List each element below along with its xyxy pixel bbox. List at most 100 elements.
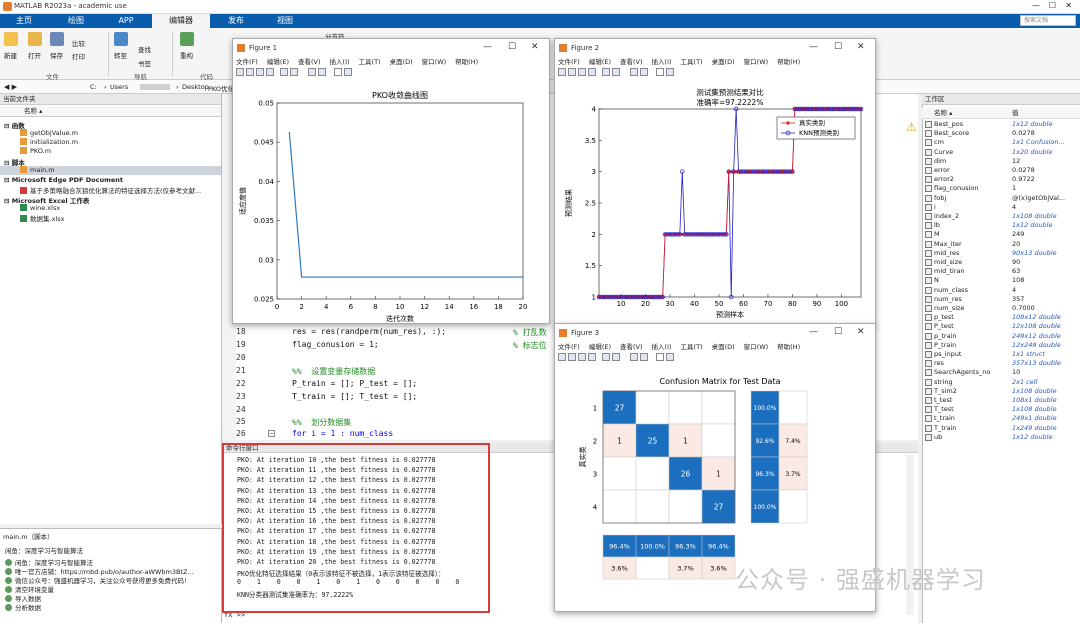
- figure-menu-item[interactable]: 编辑(E): [589, 343, 611, 351]
- figure-menu-item[interactable]: 帮助(H): [777, 343, 800, 351]
- workspace-row[interactable]: T_train 1x249 double: [922, 424, 1080, 433]
- pointer-icon[interactable]: [334, 68, 342, 76]
- tab-plots[interactable]: 绘图: [52, 14, 100, 28]
- workspace-row[interactable]: P_train 12x249 double: [922, 341, 1080, 350]
- new-figure-icon[interactable]: [558, 353, 566, 361]
- figure-menu-item[interactable]: 桌面(D): [712, 343, 735, 351]
- workspace-row[interactable]: mid_res 90x13 double: [922, 249, 1080, 258]
- path-segment[interactable]: Desktop: [182, 83, 209, 91]
- col-value[interactable]: 值: [1012, 108, 1019, 119]
- figure-menu-item[interactable]: 查看(V): [298, 58, 321, 66]
- workspace-row[interactable]: i4: [922, 203, 1080, 212]
- plot-tools-icon[interactable]: [640, 353, 648, 361]
- close-button[interactable]: ✕: [857, 327, 865, 337]
- back-arrow-icon[interactable]: ◀ ▶: [4, 83, 17, 91]
- print-icon[interactable]: [588, 68, 596, 76]
- tab-editor[interactable]: 编辑器: [152, 14, 210, 28]
- figure-menu-item[interactable]: 工具(T): [681, 343, 703, 351]
- workspace-row[interactable]: fobj @(x)getObjVal...: [922, 194, 1080, 203]
- file-item[interactable]: initialization.m: [20, 138, 78, 146]
- figure-menu-item[interactable]: 工具(T): [359, 58, 381, 66]
- tab-view[interactable]: 视图: [262, 14, 308, 28]
- save-icon[interactable]: [256, 68, 264, 76]
- workspace-row[interactable]: string 2x1 cell: [922, 378, 1080, 387]
- plot-tools-icon[interactable]: [640, 68, 648, 76]
- file-item[interactable]: PKO.m: [20, 147, 51, 155]
- workspace-row[interactable]: p_test 108x12 double: [922, 313, 1080, 322]
- new-figure-icon[interactable]: [236, 68, 244, 76]
- maximize-button[interactable]: ☐: [834, 42, 842, 52]
- pointer-icon[interactable]: [656, 353, 664, 361]
- workspace-row[interactable]: cm 1x1 Confusion...: [922, 138, 1080, 147]
- open-icon[interactable]: [568, 68, 576, 76]
- workspace-row[interactable]: t_train 249x1 double: [922, 414, 1080, 423]
- bookmark-button[interactable]: 书签: [138, 58, 151, 68]
- search-docs-input[interactable]: 搜索文档: [1020, 15, 1076, 26]
- figure-menu-item[interactable]: 插入(I): [652, 343, 672, 351]
- figure-menu-item[interactable]: 帮助(H): [777, 58, 800, 66]
- workspace-row[interactable]: num_res 357: [922, 295, 1080, 304]
- new-figure-icon[interactable]: [558, 68, 566, 76]
- legend-icon[interactable]: [630, 68, 638, 76]
- workspace-row[interactable]: p_train 249x12 double: [922, 332, 1080, 341]
- file-item[interactable]: 基于多策略融合灰狼优化算法的特征选择方法(仅参考文献...: [20, 185, 201, 195]
- file-item[interactable]: getObjValue.m: [20, 129, 78, 137]
- workspace-row[interactable]: lb 1x12 double: [922, 221, 1080, 230]
- save-button[interactable]: 保存: [50, 50, 63, 60]
- tab-apps[interactable]: APP: [104, 14, 148, 28]
- refactor-button[interactable]: 重构: [180, 50, 193, 60]
- figure-menu-item[interactable]: 帮助(H): [455, 58, 478, 66]
- workspace-row[interactable]: res 357x13 double: [922, 359, 1080, 368]
- link-icon[interactable]: [602, 68, 610, 76]
- workspace-row[interactable]: error 0.0278: [922, 166, 1080, 175]
- figure-menu-item[interactable]: 文件(F): [236, 58, 258, 66]
- open-icon[interactable]: [568, 353, 576, 361]
- close-button[interactable]: ✕: [857, 42, 865, 52]
- workspace-row[interactable]: Best_score 0.0278: [922, 129, 1080, 138]
- goto-button[interactable]: 转至: [114, 50, 127, 60]
- workspace-row[interactable]: flag_conusion 1: [922, 184, 1080, 193]
- new-button[interactable]: 新建: [4, 50, 17, 60]
- file-item[interactable]: wine.xlsx: [20, 204, 60, 212]
- figure-menu-item[interactable]: 桌面(D): [390, 58, 413, 66]
- figure-menu-item[interactable]: 文件(F): [558, 343, 580, 351]
- workspace-row[interactable]: T_test 1x108 double: [922, 405, 1080, 414]
- col-name[interactable]: 名称 ▴: [934, 108, 952, 119]
- edit-plot-icon[interactable]: [666, 353, 674, 361]
- edit-plot-icon[interactable]: [666, 68, 674, 76]
- workspace-row[interactable]: error2 0.9722: [922, 175, 1080, 184]
- maximize-button[interactable]: ☐: [1049, 1, 1056, 10]
- plot-tools-icon[interactable]: [318, 68, 326, 76]
- figure-menu-item[interactable]: 窗口(W): [744, 58, 769, 66]
- pointer-icon[interactable]: [656, 68, 664, 76]
- figure-menu-item[interactable]: 编辑(E): [267, 58, 289, 66]
- figure-menu-item[interactable]: 桌面(D): [712, 58, 735, 66]
- open-icon[interactable]: [246, 68, 254, 76]
- workspace-row[interactable]: num_class 4: [922, 286, 1080, 295]
- workspace-row[interactable]: ub 1x12 double: [922, 433, 1080, 442]
- open-button[interactable]: 打开: [28, 50, 41, 60]
- workspace-row[interactable]: M 249: [922, 230, 1080, 239]
- tab-publish[interactable]: 发布: [214, 14, 258, 28]
- save-icon[interactable]: [578, 68, 586, 76]
- compare-button[interactable]: 比较: [72, 38, 85, 48]
- find-button[interactable]: 查找: [138, 44, 151, 54]
- workspace-row[interactable]: t_test 108x1 double: [922, 396, 1080, 405]
- minimize-button[interactable]: —: [809, 42, 818, 52]
- figure-menu-item[interactable]: 插入(I): [330, 58, 350, 66]
- workspace-row[interactable]: T_sim2 1x108 double: [922, 387, 1080, 396]
- workspace-row[interactable]: mid_tiran 63: [922, 267, 1080, 276]
- insert-colorbar-icon[interactable]: [290, 68, 298, 76]
- workspace-row[interactable]: Best_pos 1x12 double: [922, 120, 1080, 129]
- figure-2-window[interactable]: Figure 2 — ☐ ✕ 文件(F) 编辑(E) 查看(V) 插入(I) 工具(T)…: [554, 38, 876, 326]
- print-icon[interactable]: [266, 68, 274, 76]
- workspace-row[interactable]: index_2 1x108 double: [922, 212, 1080, 221]
- warning-icon[interactable]: ⚠: [906, 120, 917, 134]
- figure-1-window[interactable]: Figure 1 — ☐ ✕ 文件(F) 编辑(E) 查看(V) 插入(I) 工具(T)…: [232, 38, 550, 324]
- path-segment[interactable]: Users: [110, 83, 128, 91]
- legend-icon[interactable]: [308, 68, 316, 76]
- close-button[interactable]: ✕: [1065, 1, 1072, 10]
- file-item-selected[interactable]: main.m: [20, 166, 55, 174]
- figure-menu-item[interactable]: 查看(V): [620, 343, 643, 351]
- edit-plot-icon[interactable]: [344, 68, 352, 76]
